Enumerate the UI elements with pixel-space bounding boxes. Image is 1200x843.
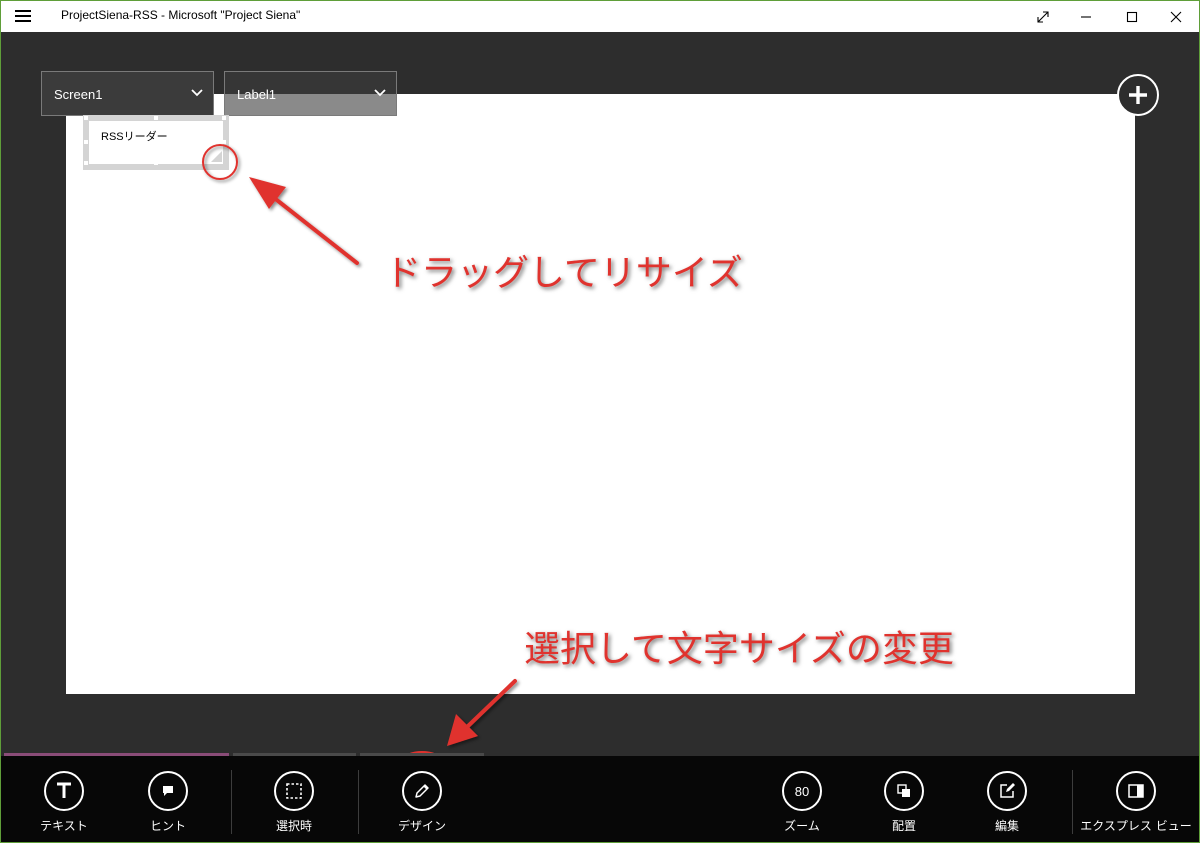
express-view-button[interactable]: エクスプレス ビュー (1079, 756, 1193, 842)
design-button-label: デザイン (397, 819, 446, 833)
expand-icon (1037, 10, 1049, 23)
screen-selector-value: Screen1 (54, 87, 103, 102)
screen-canvas[interactable] (66, 94, 1135, 694)
close-button[interactable] (1153, 1, 1199, 32)
speech-bubble-icon (148, 771, 188, 811)
minimize-button[interactable] (1063, 1, 1109, 32)
design-button[interactable]: デザイン (372, 756, 472, 842)
onselect-button[interactable]: 選択時 (244, 756, 344, 842)
appbar-separator (358, 770, 359, 834)
resize-handle-bottom-left[interactable] (84, 161, 88, 165)
chevron-down-icon (374, 89, 386, 97)
app-window: ProjectSiena-RSS - Microsoft "Project Si… (0, 0, 1200, 843)
resize-handle-top-left[interactable] (84, 116, 88, 120)
text-button[interactable]: テキスト (14, 756, 114, 842)
fullscreen-button[interactable] (1020, 1, 1066, 32)
minimize-icon (1081, 15, 1091, 18)
hint-button-label: ヒント (149, 819, 186, 833)
text-icon (44, 771, 84, 811)
resize-handle-right[interactable] (222, 140, 226, 144)
add-button[interactable] (1117, 74, 1159, 116)
onselect-button-label: 選択時 (275, 819, 312, 833)
plus-icon (1129, 86, 1147, 104)
appbar-separator (1072, 770, 1073, 834)
resize-grip-icon[interactable] (211, 151, 222, 162)
control-selector-value: Label1 (237, 87, 277, 102)
text-button-label: テキスト (40, 819, 88, 833)
edit-note-icon (987, 771, 1027, 811)
resize-handle-top-right[interactable] (222, 116, 226, 120)
window-title: ProjectSiena-RSS - Microsoft "Project Si… (61, 8, 301, 22)
resize-handle-top[interactable] (154, 116, 158, 120)
bottom-app-bar: テキスト ヒント 選択時 デザイン 80 ズーム 配置 編集 エクスプレス ビュ… (1, 756, 1199, 842)
chevron-down-icon (191, 89, 203, 97)
zoom-value: 80 (794, 783, 810, 799)
title-bar: ProjectSiena-RSS - Microsoft "Project Si… (1, 1, 1199, 32)
arrange-button[interactable]: 配置 (854, 756, 954, 842)
annotation-resize-hint: ドラッグしてリサイズ (385, 253, 743, 294)
hint-button[interactable]: ヒント (118, 756, 218, 842)
annotation-design-hint: 選択して文字サイズの変更 (524, 629, 954, 670)
resize-handle-bottom[interactable] (154, 161, 158, 165)
arrange-layers-icon (884, 771, 924, 811)
maximize-button[interactable] (1109, 1, 1155, 32)
express-view-icon (1116, 771, 1156, 811)
zoom-button-label: ズーム (784, 819, 820, 833)
resize-handle-left[interactable] (84, 140, 88, 144)
maximize-icon (1126, 11, 1138, 22)
close-icon (1170, 11, 1182, 22)
edit-button[interactable]: 編集 (957, 756, 1057, 842)
zoom-button[interactable]: 80 ズーム (752, 756, 852, 842)
selection-box-icon (274, 771, 314, 811)
appbar-separator (231, 770, 232, 834)
hamburger-menu-icon[interactable] (15, 10, 31, 22)
pencil-icon (402, 771, 442, 811)
arrange-button-label: 配置 (891, 819, 916, 833)
express-view-button-label: エクスプレス ビュー (1080, 819, 1192, 833)
label-control-text: RSSリーダー (101, 131, 168, 143)
edit-button-label: 編集 (994, 819, 1019, 833)
zoom-level-indicator: 80 (782, 771, 822, 811)
screen-selector[interactable]: Screen1 (41, 71, 214, 116)
control-selector[interactable]: Label1 (224, 71, 397, 116)
